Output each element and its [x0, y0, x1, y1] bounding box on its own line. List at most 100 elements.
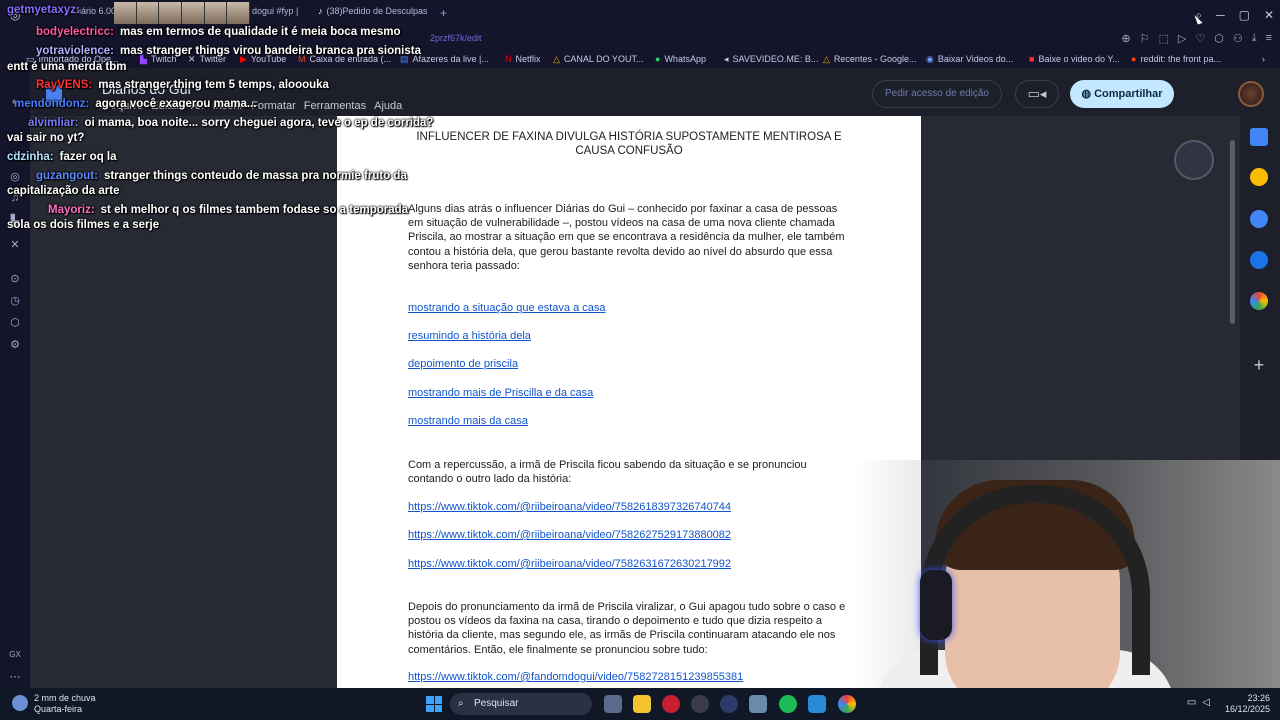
chat-line: yotraviolence: mas stranger things virou … [36, 45, 421, 57]
bookmark-item[interactable]: △ CANAL DO YOUT... [553, 54, 643, 65]
app-icon[interactable] [749, 695, 767, 713]
chat-line: guzangout: stranger things conteudo de ma… [36, 170, 407, 182]
scrollbar[interactable] [1230, 140, 1235, 324]
meet-button[interactable]: ▭◂ [1015, 80, 1059, 108]
whatsapp-icon: ● [655, 54, 661, 64]
avatar[interactable] [1238, 81, 1264, 107]
calendar-icon[interactable] [1250, 128, 1268, 146]
bookmark-icon[interactable]: ⚐ [1140, 32, 1150, 45]
settings-icon[interactable]: ⚙ [8, 338, 22, 352]
chat-line: mendondonz: agora você exagerou mama... [14, 98, 257, 110]
history-icon[interactable]: ◷ [8, 294, 22, 308]
chat-line: entt é uma merda tbm [7, 61, 127, 73]
opera-gx-icon[interactable] [662, 695, 680, 713]
maps-icon[interactable] [1250, 292, 1268, 310]
menu-formatar[interactable]: Formatar [251, 100, 296, 112]
download-icon: ◉ [926, 54, 934, 64]
new-tab-button[interactable]: + [440, 6, 452, 24]
account-icon[interactable]: ⚇ [1233, 32, 1243, 45]
chat-line: sola os dois filmes e a serje [7, 219, 160, 231]
reddit-icon: ● [1131, 54, 1137, 64]
tab-3[interactable]: ♪ (38)Pedido de Desculpas [318, 6, 432, 24]
clock[interactable]: 23:26 16/12/2025 [1225, 693, 1270, 715]
minimize-button[interactable]: ─ [1216, 8, 1225, 23]
tiktok-link-4[interactable]: https://www.tiktok.com/@fandomdogui/vide… [408, 671, 743, 683]
menu-ajuda[interactable]: Ajuda [374, 100, 402, 112]
add-addon-icon[interactable]: + [1250, 356, 1268, 374]
netflix-icon: N [505, 54, 512, 64]
screenshot-icon[interactable]: ⬚ [1158, 32, 1168, 45]
keep-icon[interactable] [1250, 168, 1268, 186]
link-2[interactable]: resumindo a história dela [408, 330, 531, 342]
taskbar-search[interactable]: ⌕ Pesquisar [450, 693, 592, 715]
tiktok-link-1[interactable]: https://www.tiktok.com/@riibeiroana/vide… [408, 501, 731, 513]
extensions-icon[interactable]: ⬡ [8, 316, 22, 330]
tiktok-link-3[interactable]: https://www.tiktok.com/@riibeiroana/vide… [408, 558, 731, 570]
link-5[interactable]: mostrando mais da casa [408, 415, 528, 427]
chat-line: bodyelectricc: mas em termos de qualidade… [36, 26, 401, 38]
chat-line: cdzinha: fazer oq la [7, 151, 117, 163]
spotify-icon[interactable] [779, 695, 797, 713]
weather-widget[interactable]: 2 mm de chuva Quarta-feira [34, 693, 96, 715]
url-text[interactable]: 2przf67k/edit [430, 33, 482, 43]
paragraph-1: Alguns dias atrás o influencer Diárias d… [408, 203, 845, 272]
bookmark-item[interactable]: ◂ SAVEVIDEO.ME: B... [724, 54, 818, 65]
close-button[interactable]: ✕ [1264, 8, 1274, 23]
chat-line: capitalização da arte [7, 185, 120, 197]
tasks-icon[interactable] [1250, 210, 1268, 228]
display-icon[interactable]: ▭ [1187, 697, 1196, 708]
app-icon[interactable] [720, 695, 738, 713]
tab-thumbnail-strip [114, 2, 251, 24]
windows-taskbar: 2 mm de chuva Quarta-feira ⌕ Pesquisar ▭ … [0, 688, 1280, 720]
weather-icon[interactable] [12, 695, 28, 711]
photos-icon[interactable] [808, 695, 826, 713]
gx-icon[interactable]: GX [8, 650, 22, 664]
more-icon[interactable]: ⋯ [8, 670, 22, 684]
bookmark-item[interactable]: ◉ Baixar Videos do... [926, 54, 1013, 65]
bookmark-item[interactable]: ● reddit: the front pa... [1131, 54, 1221, 64]
chrome-icon[interactable] [838, 695, 856, 713]
zoom-icon[interactable]: ⊕ [1121, 32, 1130, 45]
bookmarks-overflow-icon[interactable]: › [1262, 54, 1265, 64]
share-button[interactable]: ◍ Compartilhar [1070, 80, 1174, 108]
link-3[interactable]: depoimento de priscila [408, 358, 518, 370]
paragraph-2: Com a repercussão, a irmã de Priscila fi… [408, 459, 807, 486]
chat-line: vai sair no yt? [7, 132, 85, 144]
bookmark-item[interactable]: ■ Baixe o video do Y... [1029, 54, 1120, 64]
toolbar-icons: ⊕ ⚐ ⬚ ▷ ♡ ⬡ ⚇ ⤓ ≡ [1121, 32, 1272, 45]
system-tray: ▭ ◁ [1187, 697, 1210, 708]
instagram-icon[interactable]: ◎ [8, 170, 22, 184]
bookmark-item[interactable]: △ Recentes - Google... [823, 54, 916, 65]
request-access-button[interactable]: Pedir acesso de edição [872, 80, 1002, 108]
download-icon[interactable]: ⤓ [1252, 32, 1257, 45]
download-icon: ■ [1029, 54, 1035, 64]
video-camera-icon: ▭◂ [1027, 86, 1047, 101]
x-icon[interactable]: ✕ [8, 238, 22, 252]
heart-icon[interactable]: ♡ [1195, 32, 1205, 45]
chat-line: alvimliar: oi mama, boa noite... sorry ch… [28, 117, 434, 129]
link-1[interactable]: mostrando a situação que estava a casa [408, 302, 606, 314]
obs-icon[interactable] [691, 695, 709, 713]
tab-2[interactable]: dogui #fyp | [252, 6, 312, 24]
drive-icon: △ [553, 54, 560, 64]
extensions-icon[interactable]: ⬡ [1214, 32, 1224, 45]
chat-line: RayVENS: mas stranger thing tem 5 temps, … [36, 79, 329, 91]
volume-icon[interactable]: ◁ [1202, 697, 1210, 708]
tiktok-icon: ♪ [318, 6, 323, 16]
menu-icon[interactable]: ≡ [1266, 32, 1272, 45]
bookmark-item[interactable]: ● WhatsApp [655, 54, 706, 64]
dark-mode-toggle-icon[interactable] [1174, 140, 1214, 180]
player-icon[interactable]: ⊙ [8, 272, 22, 286]
link-4[interactable]: mostrando mais de Priscilla e da casa [408, 387, 593, 399]
start-button[interactable] [426, 696, 442, 712]
play-icon[interactable]: ▷ [1178, 32, 1186, 45]
file-explorer-icon[interactable] [633, 695, 651, 713]
menu-ferramentas[interactable]: Ferramentas [304, 100, 366, 112]
maximize-button[interactable]: ▢ [1239, 8, 1250, 23]
contacts-icon[interactable] [1250, 251, 1268, 269]
search-icon: ⌕ [458, 698, 464, 709]
tiktok-link-2[interactable]: https://www.tiktok.com/@riibeiroana/vide… [408, 529, 731, 541]
headset-earcup [920, 570, 952, 640]
task-view-icon[interactable] [604, 695, 622, 713]
bookmark-item[interactable]: N Netflix [505, 54, 541, 64]
